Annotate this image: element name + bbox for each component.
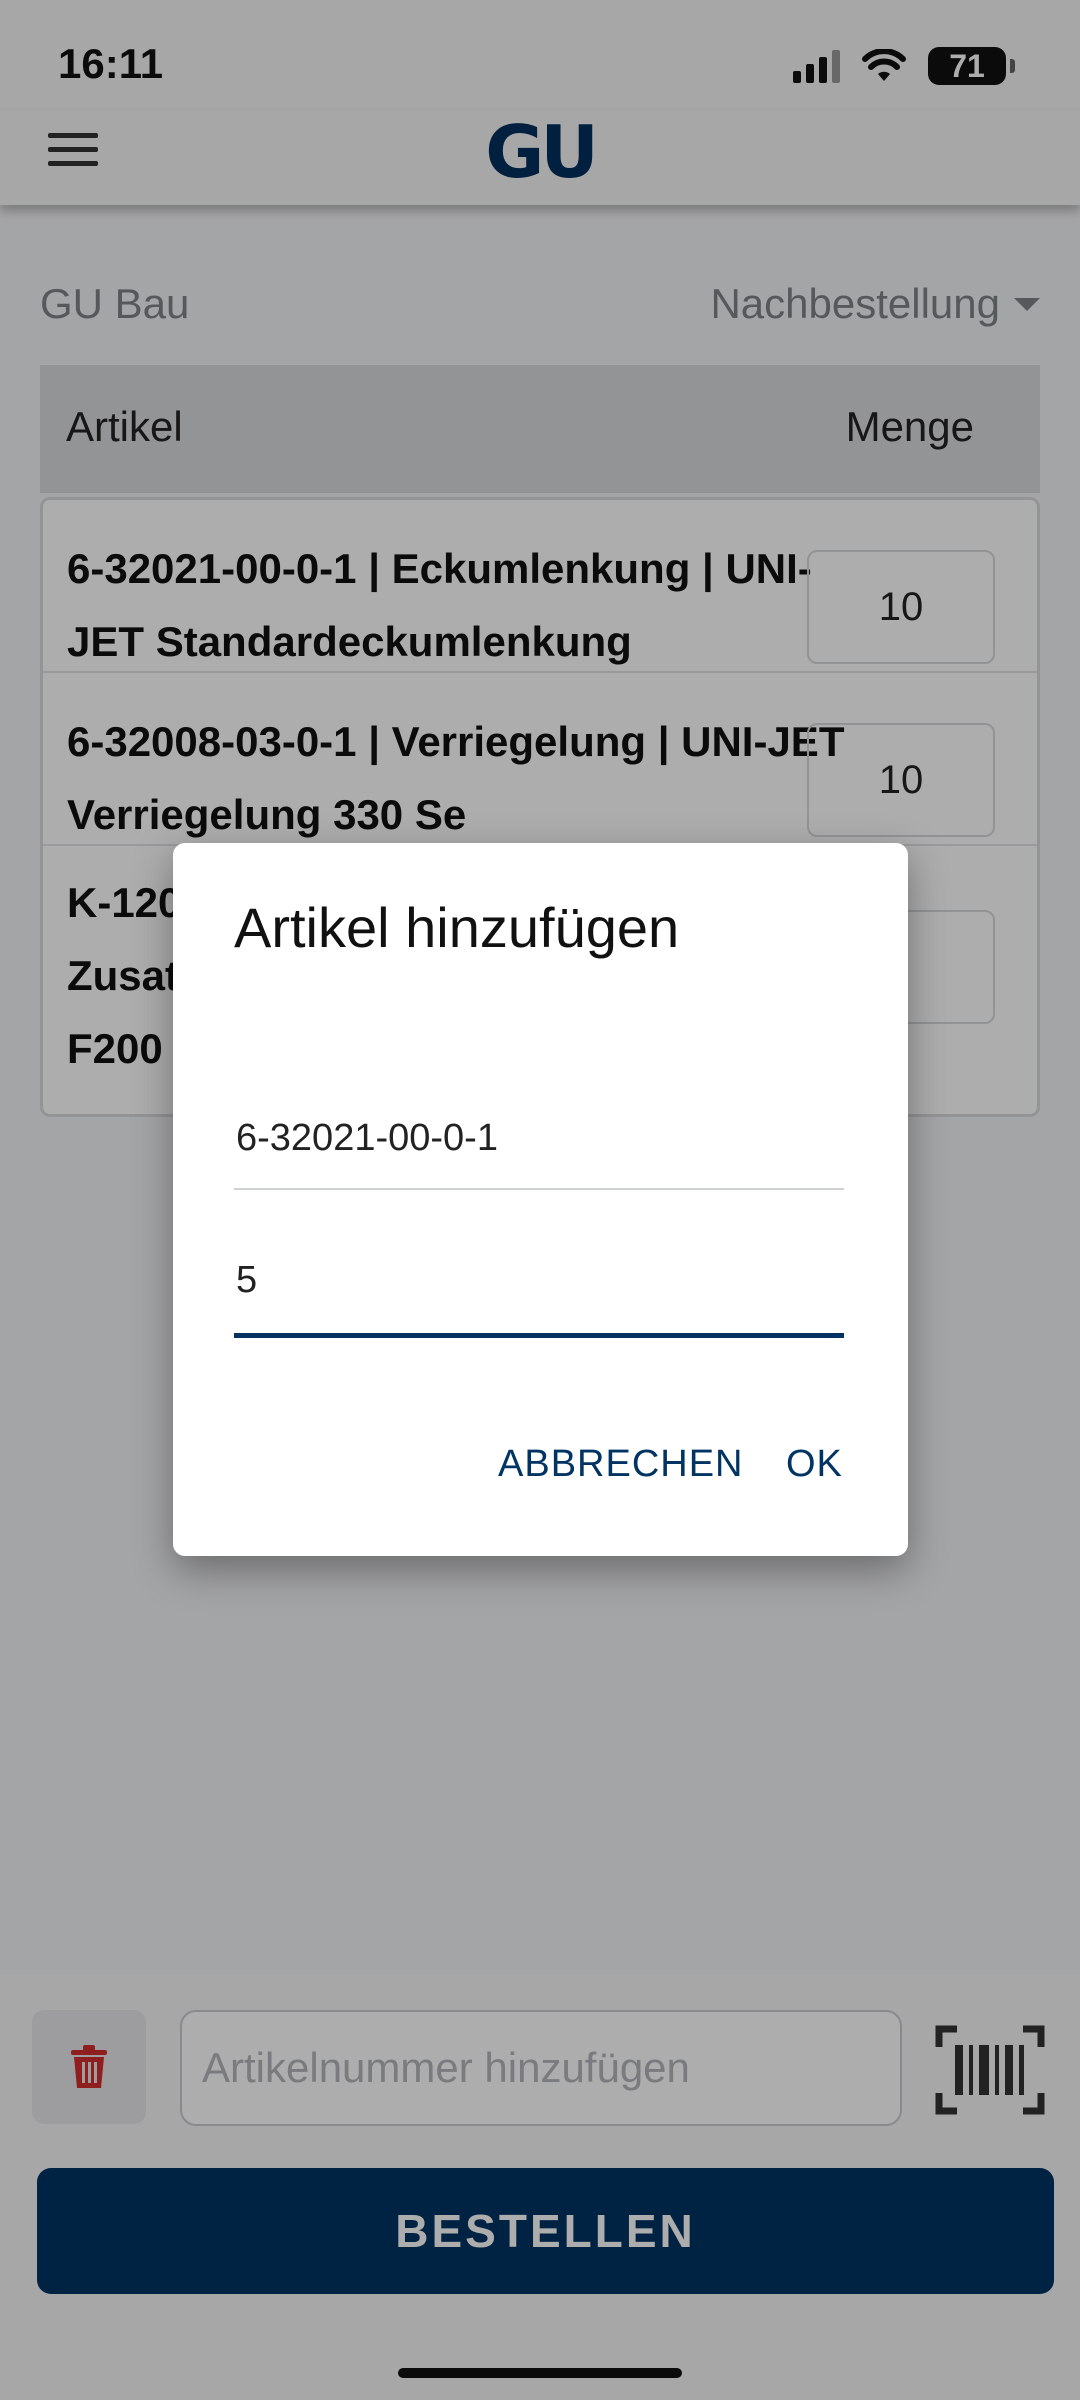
cancel-button[interactable]: ABBRECHEN: [498, 1443, 744, 1486]
ok-button[interactable]: OK: [786, 1443, 843, 1486]
article-number-field[interactable]: [234, 1088, 844, 1190]
add-article-dialog: Artikel hinzufügen ABBRECHEN OK: [173, 843, 908, 1556]
dialog-title: Artikel hinzufügen: [234, 896, 680, 959]
quantity-field[interactable]: [234, 1228, 844, 1338]
